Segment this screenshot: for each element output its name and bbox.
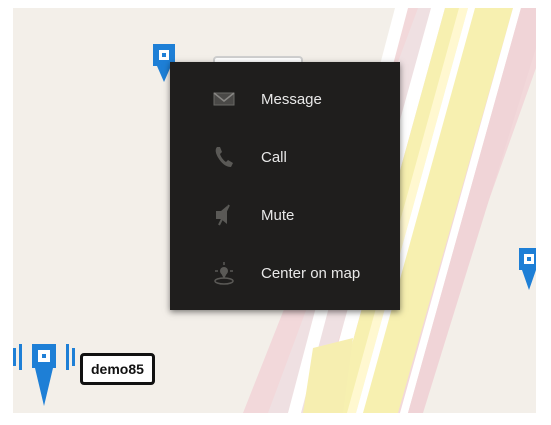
mute-speaker-icon: [212, 203, 236, 227]
menu-item-message[interactable]: Message: [170, 77, 400, 121]
marker-label[interactable]: demo85: [80, 353, 155, 385]
center-map-icon: [212, 261, 236, 285]
menu-item-call[interactable]: Call: [170, 135, 400, 179]
phone-icon: [212, 145, 236, 169]
menu-item-center-on-map[interactable]: Center on map: [170, 251, 400, 295]
menu-item-label: Center on map: [261, 264, 361, 282]
location-marker-speaking[interactable]: [13, 338, 75, 410]
context-menu: Message Call Mute Center on map: [170, 62, 400, 310]
menu-item-label: Message: [261, 90, 322, 108]
menu-item-label: Mute: [261, 206, 295, 224]
speaking-pin-icon: [13, 344, 75, 406]
menu-item-label: Call: [261, 148, 287, 166]
menu-item-mute[interactable]: Mute: [170, 193, 400, 237]
user-location-pin-icon: [519, 248, 536, 290]
envelope-icon: [212, 87, 236, 111]
location-marker[interactable]: [517, 246, 536, 292]
